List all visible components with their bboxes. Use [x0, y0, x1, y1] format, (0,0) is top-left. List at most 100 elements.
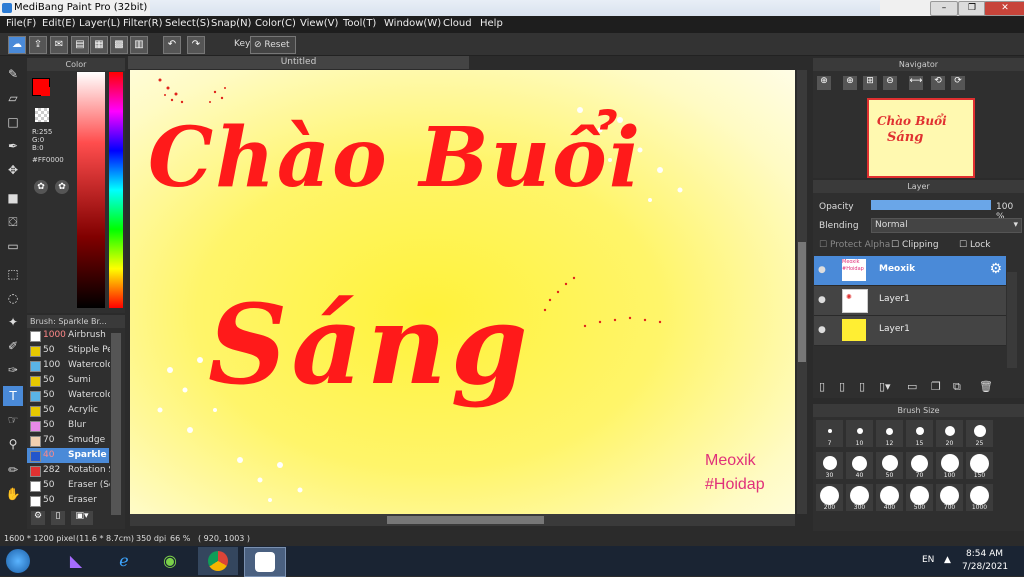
brush-size-option[interactable]: 700	[936, 484, 963, 511]
brush-item[interactable]: 50 Watercolo	[27, 388, 110, 403]
layer-row-meoxik[interactable]: ● Meoxik #Hoidap Meoxik ⚙	[814, 256, 1006, 286]
menu-window[interactable]: Window(W)	[384, 18, 441, 29]
language-indicator[interactable]: EN	[922, 555, 934, 565]
internet-explorer-icon[interactable]: ℯ	[114, 551, 134, 571]
visual-studio-icon[interactable]: ◣	[66, 551, 86, 571]
select-pen-icon[interactable]: ✐	[3, 336, 23, 356]
rotate-left-icon[interactable]: ⟲	[931, 76, 945, 90]
hue-slider[interactable]	[109, 72, 123, 308]
lock-checkbox[interactable]: ☐ Lock	[959, 240, 990, 250]
brush-item[interactable]: 40 Sparkle	[27, 448, 109, 463]
layer-row-layer1-b[interactable]: ● Layer1	[814, 316, 1006, 346]
menu-tool[interactable]: Tool(T)	[343, 18, 376, 29]
brush-size-option[interactable]: 200	[816, 484, 843, 511]
menu-color[interactable]: Color(C)	[255, 18, 296, 29]
duplicate-icon[interactable]: ❐	[931, 380, 941, 393]
menu-cloud[interactable]: Cloud	[443, 18, 472, 29]
brush-size-option[interactable]: 20	[936, 420, 963, 447]
lasso-tool-icon[interactable]: ◌	[3, 288, 23, 308]
layer-scrollbar[interactable]	[1007, 272, 1017, 368]
menu-layer[interactable]: Layer(L)	[79, 18, 120, 29]
menu-edit[interactable]: Edit(E)	[42, 18, 76, 29]
text-tool-icon[interactable]: T	[3, 386, 23, 406]
brush-size-option[interactable]: 50	[876, 452, 903, 479]
canvas-vscrollbar[interactable]	[797, 70, 807, 514]
brush-size-option[interactable]: 70	[906, 452, 933, 479]
zoom-in-icon[interactable]: ⊕	[817, 76, 831, 90]
brush-size-option[interactable]: 15	[906, 420, 933, 447]
hand-tool-icon[interactable]: ✋	[3, 484, 23, 504]
tray-arrow-icon[interactable]: ▲	[944, 555, 951, 565]
brush-size-option[interactable]: 12	[876, 420, 903, 447]
flip-icon[interactable]: ⟷	[909, 76, 923, 90]
rotate-right-icon[interactable]: ⟳	[951, 76, 965, 90]
brush-list-scrollbar[interactable]	[111, 333, 121, 515]
eraser-tool-icon[interactable]: ▱	[3, 88, 23, 108]
brush-tool-icon[interactable]: ✎	[3, 64, 23, 84]
brush-item[interactable]: 100 Watercolo	[27, 358, 110, 373]
brush-item[interactable]: 50 Eraser	[27, 493, 109, 508]
brush-item[interactable]: 70 Smudge	[27, 433, 109, 448]
gear-icon[interactable]: ⚙	[989, 261, 1002, 277]
brush-item[interactable]: 50 Acrylic	[27, 403, 109, 418]
reset-button[interactable]: ⊘ Reset	[250, 36, 296, 54]
select-eraser-icon[interactable]: ✑	[3, 360, 23, 380]
layer-row-layer1-a[interactable]: ● ✺ Layer1	[814, 286, 1006, 316]
clock-date[interactable]: 7/28/2021	[962, 562, 1008, 572]
maximize-button[interactable]: ❐	[958, 1, 986, 16]
opacity-slider[interactable]	[871, 200, 991, 210]
undo-icon[interactable]: ↶	[163, 36, 181, 54]
menu-help[interactable]: Help	[480, 18, 503, 29]
fit-icon[interactable]: ⊞	[863, 76, 877, 90]
brush-size-option[interactable]: 1000	[966, 484, 993, 511]
brush-item[interactable]: 1000 Airbrush	[27, 328, 109, 343]
menu-view[interactable]: View(V)	[300, 18, 338, 29]
grid-icon[interactable]: ▩	[110, 36, 128, 54]
clock-time[interactable]: 8:54 AM	[966, 549, 1003, 559]
magic-wand-icon[interactable]: ✦	[3, 312, 23, 332]
palette-icon[interactable]: ✿	[34, 180, 48, 194]
select-rect-icon[interactable]: ⬚	[3, 264, 23, 284]
folder-icon[interactable]: ▭	[907, 380, 917, 393]
dot-tool-icon[interactable]: □	[3, 112, 23, 132]
gradient-tool-icon[interactable]: ▭	[3, 236, 23, 256]
eyedropper2-tool-icon[interactable]: ✏	[3, 460, 23, 480]
minimize-button[interactable]: –	[930, 1, 958, 16]
visibility-icon[interactable]: ●	[818, 295, 826, 305]
canvas-hscrollbar[interactable]	[130, 514, 795, 526]
move-tool-icon[interactable]: ✥	[3, 160, 23, 180]
layout-icon[interactable]: ▥	[130, 36, 148, 54]
transparent-swatch[interactable]	[35, 108, 49, 122]
start-button[interactable]	[6, 549, 30, 573]
brush-item[interactable]: 282 Rotation S	[27, 463, 110, 478]
brush-size-option[interactable]: 10	[846, 420, 873, 447]
zoom-out-icon[interactable]: ⊖	[883, 76, 897, 90]
close-button[interactable]: ✕	[984, 1, 1024, 16]
menu-select[interactable]: Select(S)	[165, 18, 210, 29]
protect-alpha-checkbox[interactable]: ☐ Protect Alpha	[819, 240, 890, 250]
visibility-icon[interactable]: ●	[818, 265, 826, 275]
zoom-plus-icon[interactable]: ⊕	[843, 76, 857, 90]
page-icon[interactable]: ▦	[90, 36, 108, 54]
brush-size-option[interactable]: 500	[906, 484, 933, 511]
document-icon[interactable]: ▤	[71, 36, 89, 54]
brush-new-icon[interactable]: ▯	[51, 511, 65, 525]
brush-size-option[interactable]: 300	[846, 484, 873, 511]
clipping-checkbox[interactable]: ☐ Clipping	[891, 240, 939, 250]
document-tab[interactable]: Untitled	[128, 56, 469, 69]
palette-add-icon[interactable]: ✿	[55, 180, 69, 194]
coccoc-icon[interactable]: ◉	[160, 551, 180, 571]
chrome-taskbar-button[interactable]	[198, 547, 238, 575]
brush-item[interactable]: 50 Eraser (Sc	[27, 478, 110, 493]
comment-icon[interactable]: ✉	[50, 36, 68, 54]
menu-file[interactable]: File(F)	[6, 18, 36, 29]
new-layer-8bit-icon[interactable]: ▯	[859, 380, 865, 393]
brush-add-icon[interactable]: ⚙	[31, 511, 45, 525]
brush-size-option[interactable]: 7	[816, 420, 843, 447]
menu-snap[interactable]: Snap(N)	[211, 18, 251, 29]
merge-icon[interactable]: ⧉	[953, 380, 961, 394]
blending-select[interactable]: Normal ▾	[871, 218, 1022, 233]
menu-filter[interactable]: Filter(R)	[123, 18, 163, 29]
visibility-icon[interactable]: ●	[818, 325, 826, 335]
brush-item[interactable]: 50 Sumi	[27, 373, 109, 388]
